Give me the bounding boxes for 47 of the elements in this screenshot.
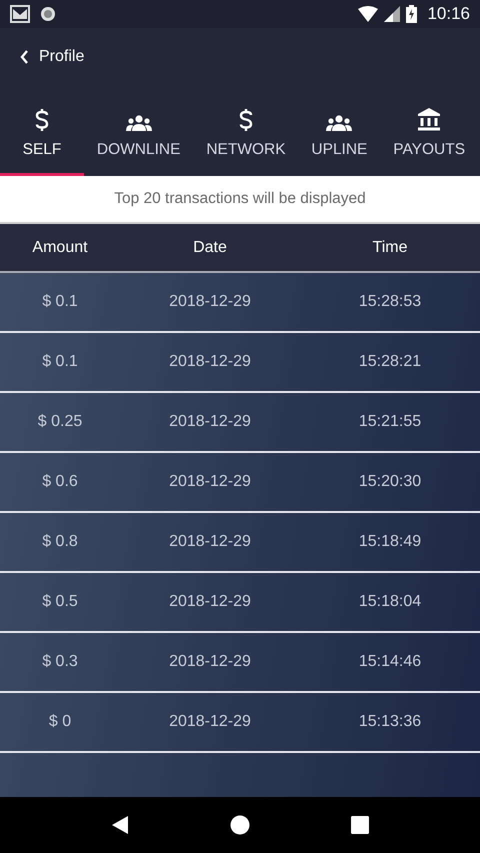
table-cell-text: $ 0 [48,713,72,731]
people-icon [126,115,152,131]
table-cell-text: 2018-12-29 [168,473,252,491]
table-cell-text: 2018-12-29 [168,713,252,731]
wifi-icon [358,6,378,22]
table-cell-text: 15:28:53 [358,293,422,311]
table-cell-text: $ 0.5 [41,593,79,611]
table-cell-text: $ 0.3 [41,653,79,671]
table-cell-text: $ 0.1 [41,353,79,371]
column-header: Amount [31,238,89,256]
table-cell-text: 2018-12-29 [168,353,252,371]
people-icon [326,115,352,131]
table-cell-text: 15:14:46 [358,653,422,671]
table-cell-text: 15:28:21 [358,353,422,371]
table-cell-text: $ 0.25 [36,413,84,431]
column-header: Date [192,238,228,256]
dollar-icon [35,109,49,131]
back-button[interactable]: Profile [18,48,86,66]
notice-text: Top 20 transactions will be displayed [0,176,480,224]
table-cell-text: 15:20:30 [358,473,422,491]
table-cell-text: 15:18:04 [358,593,422,611]
table-cell-text: 2018-12-29 [168,293,252,311]
table-cell-text: $ 0.1 [41,293,79,311]
tab[interactable]: PAYOUTS [380,82,478,176]
battery-icon [406,5,418,23]
table-cell-text: 2018-12-29 [168,593,252,611]
table-cell-text: 15:21:55 [358,413,422,431]
bank-icon [417,107,442,131]
dollar-icon [238,109,253,131]
table-cell-text: 2018-12-29 [168,533,252,551]
table-cell-text: 2018-12-29 [168,413,252,431]
table-cell-text: 2018-12-29 [168,653,252,671]
table-cell-text: $ 0.6 [41,473,79,491]
signal-icon [384,6,400,22]
home-icon[interactable] [230,815,250,835]
recents-icon[interactable] [351,816,370,834]
clock-time: 10:16 [427,4,470,24]
back-icon[interactable] [110,815,129,835]
column-header: Time [372,238,408,256]
table-cell-text: 15:13:36 [358,713,422,731]
chevron-left-icon [20,50,29,64]
table-cell-text: $ 0.8 [41,533,79,551]
tab[interactable]: UPLINE [298,82,380,176]
tab[interactable]: NETWORK [193,82,298,176]
record-icon [40,6,56,22]
tab[interactable]: DOWNLINE [84,82,194,176]
table-cell-text: 15:18:49 [358,533,422,551]
